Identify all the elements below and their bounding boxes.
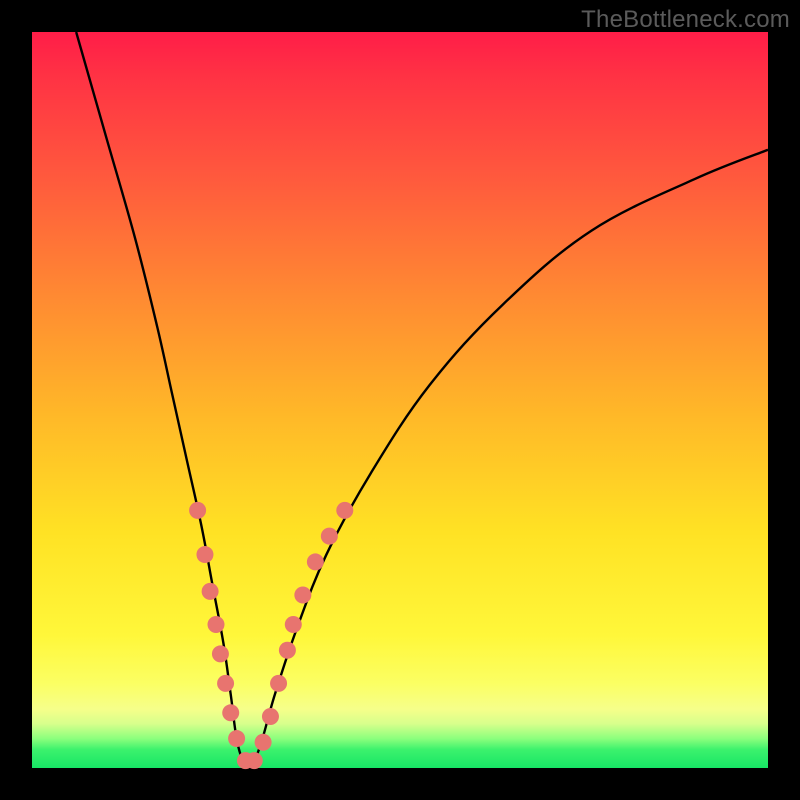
sample-dot <box>279 642 296 659</box>
sample-dot <box>189 502 206 519</box>
sample-dot <box>202 583 219 600</box>
sample-dot <box>246 752 263 769</box>
bottleneck-curve-path <box>76 32 768 768</box>
sample-dot <box>222 704 239 721</box>
sample-dot <box>307 553 324 570</box>
sample-dot <box>255 734 272 751</box>
sample-dot <box>294 587 311 604</box>
sample-dot <box>321 528 338 545</box>
sample-dot <box>262 708 279 725</box>
curve-svg <box>32 32 768 768</box>
plot-area <box>32 32 768 768</box>
sample-dot <box>217 675 234 692</box>
chart-frame: TheBottleneck.com <box>0 0 800 800</box>
sample-dot <box>336 502 353 519</box>
sample-dot <box>270 675 287 692</box>
sample-dot <box>196 546 213 563</box>
watermark-text: TheBottleneck.com <box>581 6 790 34</box>
sample-dot <box>208 616 225 633</box>
sample-dot <box>228 730 245 747</box>
sample-dot <box>212 645 229 662</box>
sample-dot <box>285 616 302 633</box>
sample-dots-group <box>189 502 353 769</box>
